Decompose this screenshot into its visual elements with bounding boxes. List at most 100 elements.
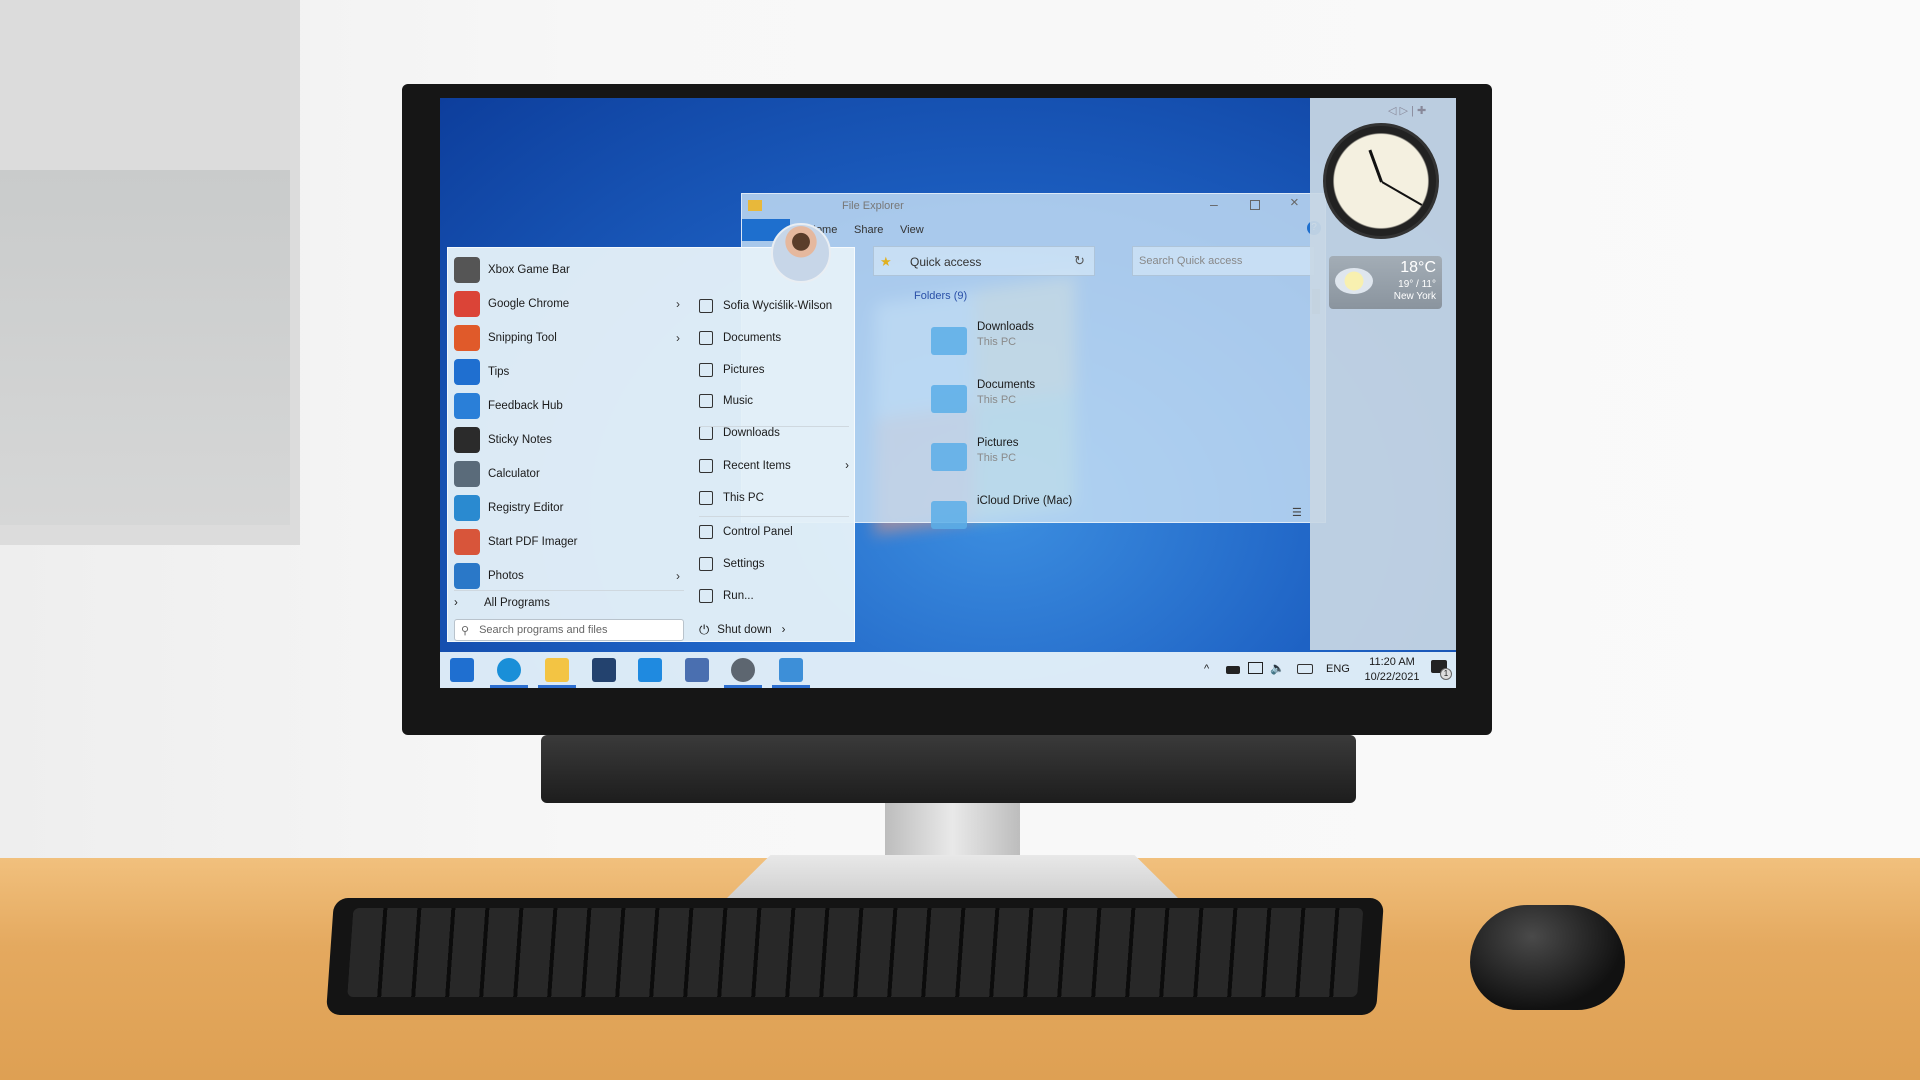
clock-gadget[interactable] — [1323, 123, 1439, 239]
start-right-label: This PC — [723, 492, 764, 504]
active-indicator — [538, 685, 576, 688]
taskbar-file-explorer-icon[interactable] — [545, 658, 569, 682]
start-item-start-pdf-imager[interactable]: Start PDF Imager — [454, 526, 577, 558]
start-right-documents[interactable]: Documents — [699, 325, 849, 351]
start-right-run-[interactable]: Run... — [699, 583, 849, 609]
chevron-right-icon[interactable]: › — [676, 297, 680, 311]
document-icon — [699, 331, 713, 345]
start-right-label: Downloads — [723, 427, 780, 439]
tab-view[interactable]: View — [900, 224, 924, 236]
start-right-this-pc[interactable]: This PC — [699, 485, 849, 511]
taskbar-start-icon[interactable] — [450, 658, 474, 682]
start-item-label: Sticky Notes — [488, 434, 552, 446]
power-icon: ⏻ — [699, 622, 710, 637]
all-programs-button[interactable]: › All Programs — [454, 587, 550, 619]
start-right-control-panel[interactable]: Control Panel — [699, 519, 849, 545]
user-avatar[interactable] — [771, 223, 831, 283]
start-right-downloads[interactable]: Downloads — [699, 420, 849, 446]
start-right-label: Documents — [723, 332, 782, 344]
chevron-right-icon[interactable]: › — [676, 569, 680, 583]
show-hidden-icons-button[interactable]: ^ — [1204, 663, 1209, 675]
start-item-snipping-tool[interactable]: Snipping Tool › — [454, 322, 680, 354]
chrome-icon — [454, 291, 480, 317]
run-icon — [699, 589, 713, 603]
taskbar-store-icon[interactable] — [592, 658, 616, 682]
cloudy-moon-icon — [1335, 268, 1373, 294]
taskbar-mail-icon[interactable] — [638, 658, 662, 682]
gear-icon — [699, 557, 713, 571]
language-indicator[interactable]: ENG — [1326, 663, 1350, 675]
window-title: File Explorer — [842, 200, 904, 212]
start-item-label: Google Chrome — [488, 298, 570, 310]
soundbar — [541, 735, 1356, 803]
weather-temp: 18°C — [1400, 259, 1436, 276]
computer-icon — [699, 491, 713, 505]
weather-range: 19° / 11° — [1398, 279, 1436, 290]
chevron-right-icon[interactable]: › — [782, 624, 786, 636]
tab-share[interactable]: Share — [854, 224, 883, 236]
start-item-tips[interactable]: Tips — [454, 356, 509, 388]
folder-location: This PC — [977, 336, 1017, 348]
start-item-label: Xbox Game Bar — [488, 264, 570, 276]
search-placeholder: Search Quick access — [1139, 255, 1243, 267]
active-indicator — [490, 685, 528, 688]
taskbar-control-panel-icon[interactable] — [779, 658, 803, 682]
start-item-sticky-notes[interactable]: Sticky Notes — [454, 424, 552, 456]
start-right-recent-items[interactable]: Recent Items › — [699, 453, 849, 479]
star-icon: ★ — [880, 254, 892, 269]
taskbar-edge-icon[interactable] — [497, 658, 521, 682]
search-placeholder: Search programs and files — [479, 624, 608, 636]
active-indicator — [724, 685, 762, 688]
start-item-feedback-hub[interactable]: Feedback Hub — [454, 390, 563, 422]
music-icon — [699, 394, 713, 408]
folder-name: Documents — [977, 379, 1036, 391]
shutdown-button[interactable]: ⏻ Shut down › — [699, 617, 849, 643]
monitor-base — [725, 855, 1180, 900]
clock-date[interactable]: 10/22/2021 — [1357, 671, 1427, 683]
chevron-right-icon[interactable]: › — [676, 331, 680, 345]
start-item-google-chrome[interactable]: Google Chrome › — [454, 288, 680, 320]
start-item-registry-editor[interactable]: Registry Editor — [454, 492, 563, 524]
gadget-nav-icon[interactable]: ◁ ▷ | ✚ — [1388, 104, 1426, 117]
start-right-settings[interactable]: Settings — [699, 551, 849, 577]
group-header[interactable]: Folders (9) — [914, 290, 967, 302]
touch-keyboard-icon[interactable] — [1297, 664, 1313, 674]
search-programs-input[interactable]: ⚲ Search programs and files — [454, 619, 684, 641]
folder-item[interactable]: iCloud Drive (Mac) — [931, 495, 1131, 551]
start-right-music[interactable]: Music — [699, 388, 849, 414]
weather-gadget[interactable]: 18°C 19° / 11° New York — [1329, 256, 1442, 309]
start-right-label: Run... — [723, 590, 754, 602]
volume-icon[interactable]: 🔈 — [1270, 661, 1285, 675]
all-programs-label: All Programs — [484, 597, 550, 609]
start-item-label: Photos — [488, 570, 524, 582]
address-bar[interactable]: ★ Quick access ↻ — [873, 246, 1095, 276]
search-box[interactable]: Search Quick access — [1132, 246, 1315, 276]
start-item-calculator[interactable]: Calculator — [454, 458, 540, 490]
close-button[interactable]: × — [1290, 194, 1299, 211]
start-item-label: Snipping Tool — [488, 332, 557, 344]
chevron-right-icon[interactable]: › — [845, 460, 849, 472]
folder-item[interactable]: Documents This PC — [931, 379, 1131, 435]
folder-item[interactable]: Downloads This PC — [931, 321, 1131, 377]
download-icon — [699, 426, 713, 440]
hour-hand — [1368, 149, 1383, 183]
battery-icon[interactable] — [1226, 666, 1240, 674]
divider — [699, 426, 849, 427]
clock-time[interactable]: 11:20 AM — [1362, 656, 1422, 668]
start-right-sofia-wyci-lik-wilson[interactable]: Sofia Wyciślik-Wilson — [699, 293, 849, 319]
minute-hand — [1381, 181, 1423, 206]
details-view-button[interactable]: ☰ — [1292, 506, 1302, 519]
start-item-xbox-game-bar[interactable]: Xbox Game Bar — [454, 254, 570, 286]
refresh-icon[interactable]: ↻ — [1074, 253, 1085, 269]
maximize-button[interactable] — [1250, 200, 1260, 210]
divider — [699, 516, 849, 517]
taskbar-paint-icon[interactable] — [685, 658, 709, 682]
picture-icon — [699, 363, 713, 377]
taskbar-settings-icon[interactable] — [731, 658, 755, 682]
start-right-pictures[interactable]: Pictures — [699, 357, 849, 383]
pdf-imager-icon — [454, 529, 480, 555]
network-icon[interactable] — [1248, 662, 1263, 674]
minimize-button[interactable]: – — [1210, 196, 1218, 212]
folder-item[interactable]: Pictures This PC — [931, 437, 1131, 493]
user-folder-icon — [699, 299, 713, 313]
